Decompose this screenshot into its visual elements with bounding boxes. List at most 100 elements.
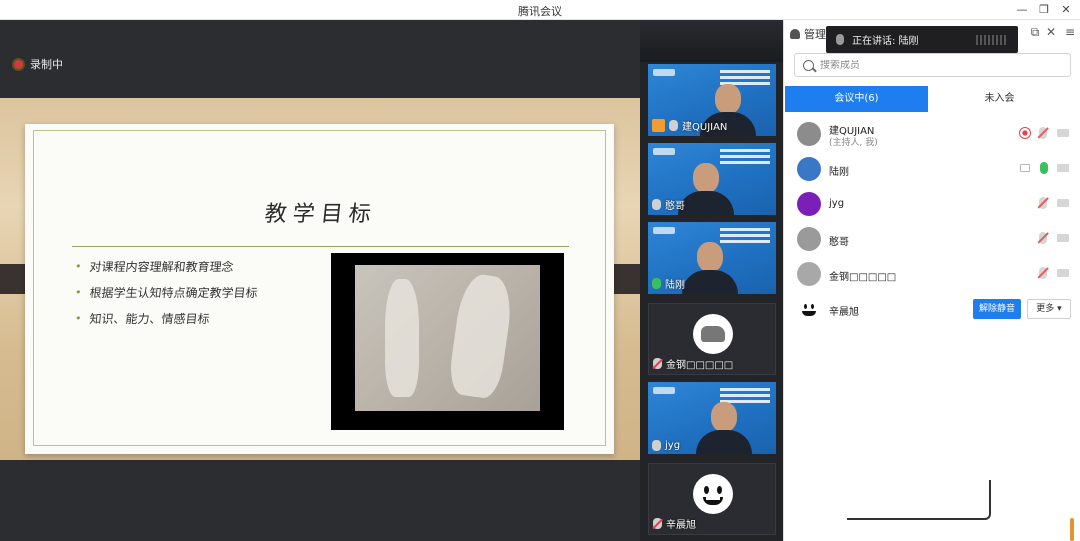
video-tile-label: 辛晨旭: [653, 516, 696, 531]
slide-bullet: • 根据学生认知特点确定教学目标: [74, 286, 259, 300]
relief-figure-left: [385, 279, 419, 397]
avatar: [797, 122, 821, 146]
school-logo: [653, 69, 675, 76]
member-row[interactable]: 憨哥: [784, 221, 1080, 256]
video-tile[interactable]: 金钢□□□□□: [648, 303, 776, 375]
bullet-dot-icon: •: [74, 260, 83, 273]
slide-bullet: • 对课程内容理解和教育理念: [74, 260, 235, 274]
tab-not-joined[interactable]: 未入会: [928, 86, 1071, 112]
members-panel: 管理成 ⧉ ✕ ≡ 正在讲话: 陆刚 会议中(6) 未入会 建QUJIAN (主…: [783, 20, 1080, 541]
video-tile-label: 陆刚: [652, 276, 685, 291]
window-title: 腾讯会议: [518, 5, 562, 18]
recording-icon: [1019, 127, 1031, 139]
recording-label: 录制中: [30, 58, 63, 71]
microphone-icon: [652, 440, 661, 451]
slide-title: 教学目标: [263, 202, 379, 227]
menu-icon[interactable]: ≡: [1062, 24, 1078, 40]
relief-sculpture-image: [331, 253, 564, 430]
slide-divider: [72, 246, 569, 247]
microphone-muted-icon: [653, 358, 662, 369]
minimize-button[interactable]: —: [1013, 2, 1031, 18]
video-tile-label: 金钢□□□□□: [653, 356, 733, 371]
microphone-muted-icon[interactable]: [1039, 232, 1047, 244]
microphone-muted-icon: [653, 518, 662, 529]
participant-avatar: [693, 314, 733, 354]
scroll-indicator: [1070, 518, 1074, 541]
video-strip: 建QUJIAN 憨哥 陆刚 金钢□□□□□ jyg 辛晨旭: [640, 20, 783, 541]
member-name: 陆刚: [829, 167, 849, 178]
close-button[interactable]: ✕: [1057, 2, 1075, 18]
more-button[interactable]: 更多 ▾: [1027, 299, 1071, 319]
camera-off-icon[interactable]: [1057, 164, 1069, 172]
animal-avatar-image: [701, 326, 725, 342]
window-title-bar: 腾讯会议 — ❐ ✕: [0, 0, 1080, 20]
slide-bullet-list: • 对课程内容理解和教育理念 • 根据学生认知特点确定教学目标 • 知识、能力、情感目…: [74, 258, 315, 336]
camera-off-icon[interactable]: [1057, 129, 1069, 137]
avatar: [797, 157, 821, 181]
microphone-muted-icon[interactable]: [1039, 267, 1047, 279]
host-icon: [652, 119, 665, 132]
floating-window-outline: [847, 480, 991, 520]
screen-share-icon: [1020, 164, 1030, 172]
video-tile-label: jyg: [652, 440, 680, 451]
relief-figure-right: [446, 271, 516, 401]
video-tile[interactable]: 陆刚: [648, 222, 776, 294]
member-name: 辛晨旭: [829, 307, 859, 318]
camera-off-icon[interactable]: [1057, 199, 1069, 207]
avatar: [797, 262, 821, 286]
member-row[interactable]: jyg: [784, 186, 1080, 221]
member-row[interactable]: 建QUJIAN (主持人, 我): [784, 116, 1080, 151]
tab-in-meeting[interactable]: 会议中(6): [785, 86, 928, 112]
microphone-muted-icon[interactable]: [1039, 197, 1047, 209]
member-list: 建QUJIAN (主持人, 我) 陆刚 jyg 憨哥 金钢□□□□□ 辛晨旭 解…: [784, 116, 1080, 326]
school-logo: [653, 148, 675, 155]
member-tabs: 会议中(6) 未入会: [785, 86, 1071, 112]
microphone-icon: [652, 199, 661, 210]
video-tile[interactable]: jyg: [648, 382, 776, 454]
recording-indicator[interactable]: 录制中: [14, 56, 63, 72]
member-name: jyg: [829, 198, 845, 209]
speaking-indicator: 正在讲话: 陆刚: [826, 26, 1018, 53]
bullet-dot-icon: •: [74, 312, 83, 325]
participant-video: [682, 236, 738, 294]
video-tile[interactable]: 建QUJIAN: [648, 64, 776, 136]
avatar: [797, 192, 821, 216]
smiley-avatar-icon: [797, 297, 821, 321]
video-tile[interactable]: 憨哥: [648, 143, 776, 215]
member-name: 憨哥: [829, 237, 849, 248]
record-icon: [14, 59, 23, 69]
presentation-slide: 教学目标 • 对课程内容理解和教育理念 • 根据学生认知特点确定教学目标 • 知识、能…: [25, 124, 614, 454]
microphone-icon: [669, 120, 678, 131]
audio-wave-icon: [976, 35, 1006, 45]
camera-off-icon[interactable]: [1057, 269, 1069, 277]
person-icon: [790, 29, 800, 39]
member-name: 金钢□□□□□: [829, 272, 897, 283]
video-tile-label: 建QUJIAN: [652, 118, 727, 133]
microphone-active-icon: [652, 278, 661, 289]
member-row[interactable]: 辛晨旭 解除静音 更多 ▾: [784, 291, 1080, 326]
smiley-avatar-icon: [693, 474, 733, 514]
member-search[interactable]: [794, 53, 1071, 77]
relief-panel: [355, 265, 540, 411]
member-role: (主持人, 我): [829, 138, 878, 148]
microphone-icon: [836, 34, 844, 45]
popout-icon[interactable]: ⧉: [1027, 24, 1043, 40]
member-row[interactable]: 陆刚: [784, 151, 1080, 186]
participant-video: [678, 157, 734, 215]
member-row[interactable]: 金钢□□□□□: [784, 256, 1080, 291]
unmute-button[interactable]: 解除静音: [973, 299, 1021, 319]
microphone-muted-icon[interactable]: [1039, 127, 1047, 139]
video-tile[interactable]: 辛晨旭: [648, 463, 776, 535]
camera-off-icon[interactable]: [1057, 234, 1069, 242]
school-logo: [653, 387, 675, 394]
search-input[interactable]: [820, 59, 1060, 71]
close-panel-icon[interactable]: ✕: [1043, 24, 1059, 40]
search-icon: [803, 59, 814, 71]
restore-button[interactable]: ❐: [1035, 2, 1053, 18]
avatar: [797, 227, 821, 251]
school-logo: [653, 227, 675, 234]
participant-video: [696, 396, 752, 454]
video-strip-header: [640, 20, 783, 62]
microphone-active-icon[interactable]: [1040, 162, 1048, 174]
bullet-dot-icon: •: [74, 286, 83, 299]
